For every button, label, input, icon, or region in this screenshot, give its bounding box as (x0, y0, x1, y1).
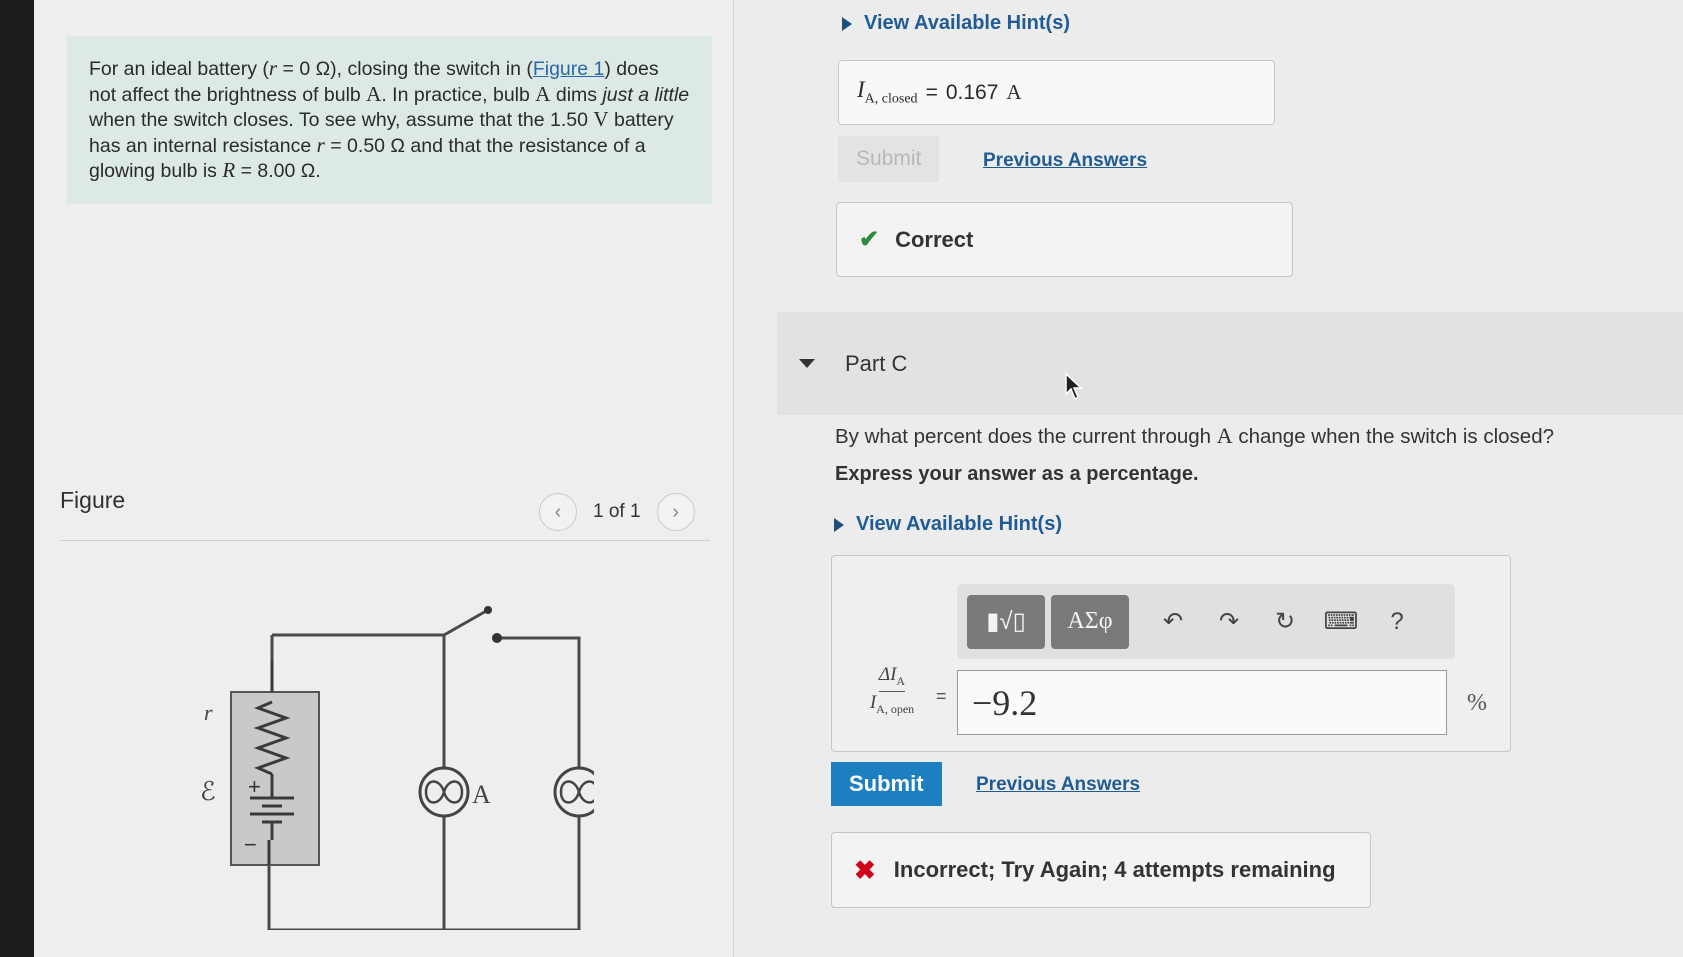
emphasis-text: just a little (602, 83, 690, 106)
view-hints-toggle-c[interactable]: View Available Hint(s) (834, 513, 1062, 536)
correct-feedback: ✔ Correct (836, 202, 1293, 277)
problem-text: . In practice, bulb (381, 83, 536, 106)
problem-pane: For an ideal battery (r = 0 Ω), closing … (34, 0, 734, 957)
chevron-right-icon[interactable]: › (656, 493, 695, 531)
submit-button-disabled: Submit (838, 136, 940, 182)
answer-input[interactable]: −9.2 (957, 670, 1447, 735)
unit-label: % (1467, 690, 1487, 716)
chevron-left-icon[interactable]: ‹ (539, 493, 577, 531)
switch-contact (484, 606, 492, 614)
mouse-pointer-icon (1065, 372, 1083, 401)
caret-down-icon (799, 359, 815, 368)
previous-answers-link-c[interactable]: Previous Answers (976, 774, 1140, 796)
hint-label: View Available Hint(s) (864, 12, 1070, 34)
emf-label: ℰ (200, 777, 216, 806)
figure-count: 1 of 1 (593, 501, 641, 522)
question-text: change when the switch is closed? (1232, 425, 1555, 448)
r-label: r (204, 700, 213, 725)
math-symbol: A (366, 81, 382, 106)
caret-right-icon (842, 16, 852, 31)
bulb-b (553, 766, 594, 818)
numerator-symbol: ΔI (878, 664, 897, 685)
answer-instruction: Express your answer as a percentage. (835, 463, 1199, 485)
help-icon[interactable]: ? (1369, 608, 1425, 636)
question-text: By what percent does the current through (835, 425, 1217, 448)
answer-var-subscript: A, closed (864, 91, 918, 107)
answer-pane: View Available Hint(s) IA, closed = 0.16… (734, 0, 1683, 957)
templates-icon[interactable]: ▮√▯ (967, 594, 1045, 649)
caret-right-icon (834, 517, 844, 532)
answer-variable-label: ΔIA IA, open (852, 664, 932, 717)
math-symbol: A (1216, 423, 1233, 448)
fraction-numerator: ΔIA (878, 664, 906, 692)
problem-text: = 8.00 Ω. (235, 160, 321, 182)
math-symbol: R (222, 158, 236, 182)
math-toolbar: ▮√▯ ΑΣφ ↶ ↷ ↻ ⌨ ? (957, 584, 1455, 659)
problem-text: dims (550, 83, 603, 106)
answer-variable: IA, closed (857, 77, 918, 108)
part-b-answer-display: IA, closed = 0.167 A (838, 60, 1275, 125)
bulb-a-label: A (472, 780, 491, 809)
previous-answers-link-b[interactable]: Previous Answers (983, 150, 1147, 172)
reset-icon[interactable]: ↻ (1257, 607, 1313, 636)
problem-text: when the switch closes. To see why, assu… (89, 109, 594, 131)
minus-label: − (244, 832, 257, 857)
hint-label: View Available Hint(s) (856, 513, 1062, 535)
problem-text: = 0 Ω), closing the switch in ( (277, 58, 533, 80)
screen: For an ideal battery (r = 0 Ω), closing … (34, 0, 1683, 957)
equals-sign: = (936, 686, 947, 706)
part-c-question: By what percent does the current through… (835, 423, 1554, 449)
answer-value: 0.167 (945, 80, 999, 104)
divider (60, 540, 710, 541)
view-hints-toggle-b[interactable]: View Available Hint(s) (842, 12, 1070, 35)
figure-pager: ‹ 1 of 1 › (539, 492, 695, 532)
redo-icon[interactable]: ↷ (1201, 607, 1257, 636)
bulb-a (418, 766, 470, 818)
x-icon: ✖ (854, 854, 876, 885)
check-icon: ✔ (859, 226, 880, 253)
switch-blade (272, 608, 489, 637)
answer-entry-panel: ▮√▯ ΑΣφ ↶ ↷ ↻ ⌨ ? ΔIA IA, open = −9.2 % (831, 555, 1511, 752)
denominator-subscript: A, open (876, 701, 915, 716)
feedback-text: Incorrect; Try Again; 4 attempts remaini… (893, 857, 1336, 882)
math-symbol: r (316, 132, 325, 157)
part-c-header[interactable]: Part C (777, 312, 1683, 415)
equals-sign: = (925, 80, 938, 104)
figure-title: Figure (60, 487, 126, 513)
answer-var-symbol: I (857, 77, 865, 103)
math-symbol: A (535, 81, 551, 106)
incorrect-feedback: ✖ Incorrect; Try Again; 4 attempts remai… (831, 832, 1371, 908)
fraction-denominator: IA, open (870, 692, 915, 716)
circuit-diagram: + − r ℰ A B (200, 606, 594, 930)
numerator-subscript: A (896, 673, 906, 688)
feedback-text: Correct (895, 226, 974, 252)
answer-unit: A (1006, 80, 1022, 104)
plus-label: + (248, 774, 261, 799)
problem-statement: For an ideal battery (r = 0 Ω), closing … (67, 36, 712, 204)
math-symbol: r (268, 56, 278, 80)
undo-icon[interactable]: ↶ (1145, 607, 1201, 636)
problem-text: For an ideal battery ( (89, 58, 269, 80)
keyboard-icon[interactable]: ⌨ (1313, 607, 1369, 636)
submit-button[interactable]: Submit (831, 762, 942, 806)
greek-symbols-icon[interactable]: ΑΣφ (1051, 594, 1129, 649)
switch-contact (492, 633, 502, 643)
figure-link[interactable]: Figure 1 (533, 58, 605, 80)
math-symbol: V (593, 107, 609, 131)
part-title: Part C (845, 350, 908, 376)
